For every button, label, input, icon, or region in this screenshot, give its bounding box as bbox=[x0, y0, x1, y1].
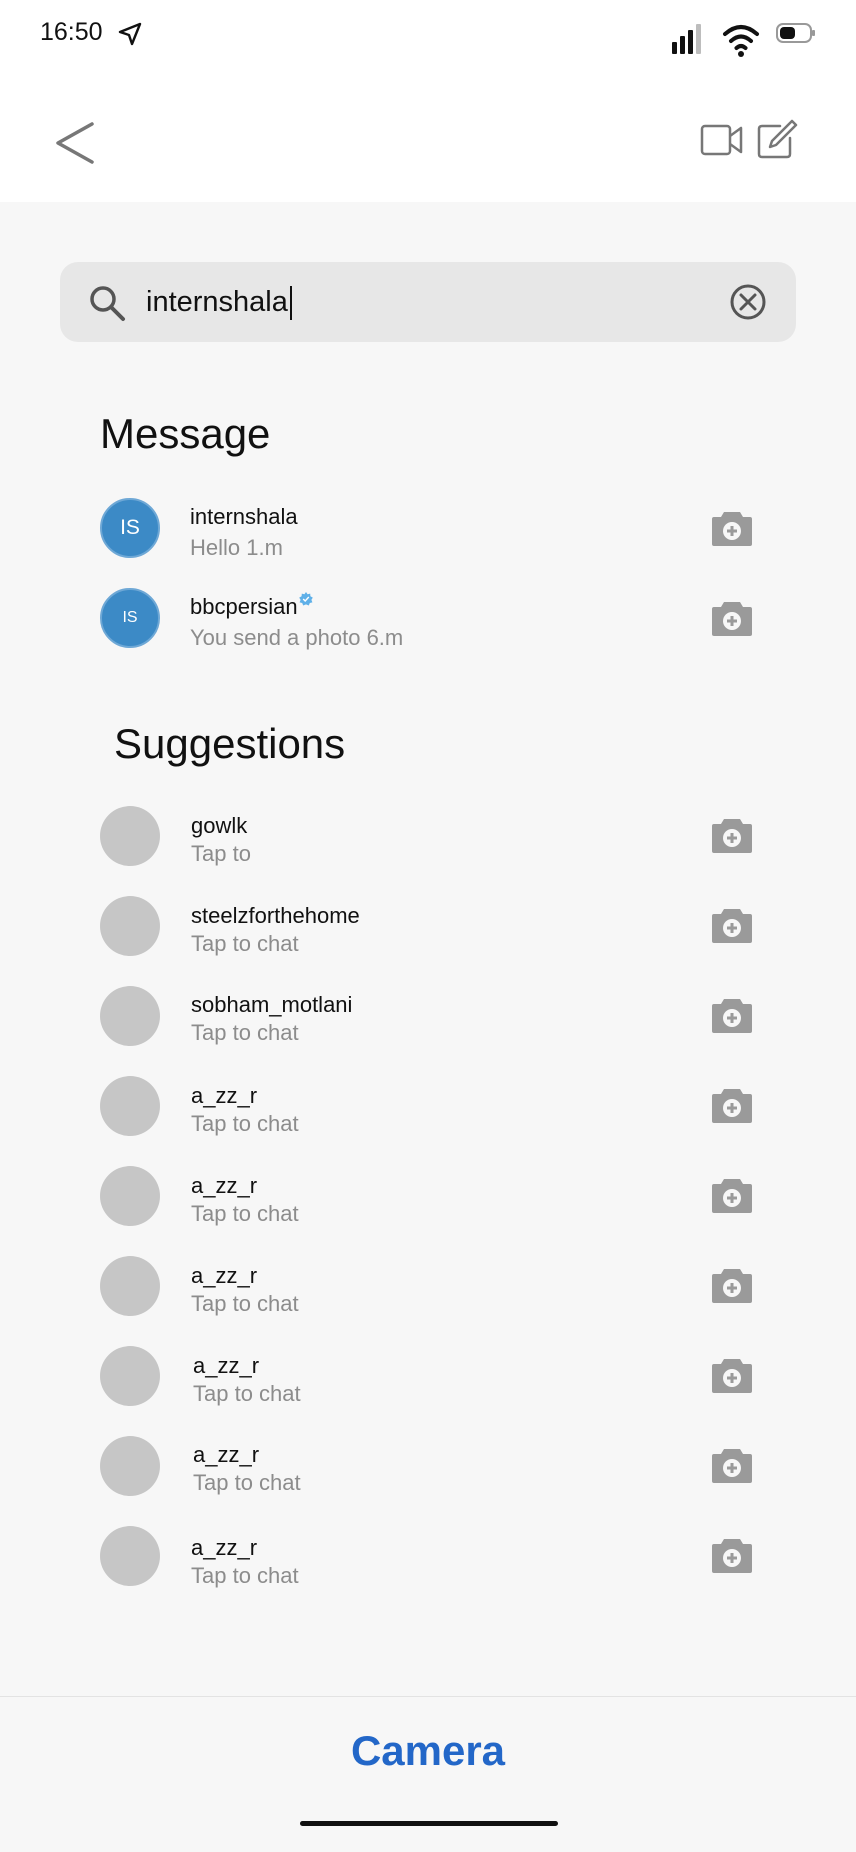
home-indicator[interactable] bbox=[300, 1821, 558, 1826]
suggestion-item[interactable]: a_zz_r Tap to chat bbox=[0, 1335, 856, 1417]
search-bar[interactable] bbox=[60, 262, 796, 342]
message-section-title: Message bbox=[100, 410, 271, 457]
contact-name: a_zz_r bbox=[191, 1173, 258, 1198]
contact-name: internshala bbox=[190, 504, 298, 529]
camera-icon[interactable] bbox=[710, 508, 754, 548]
suggestion-subtitle: Tap to chat bbox=[191, 1201, 299, 1226]
avatar bbox=[100, 1166, 160, 1226]
avatar bbox=[100, 986, 160, 1046]
message-item[interactable]: IS internshala Hello 1.m bbox=[0, 488, 856, 570]
suggestion-subtitle: Tap to chat bbox=[191, 1563, 299, 1588]
contact-name: a_zz_r bbox=[191, 1083, 258, 1108]
contact-name: steelzforthehome bbox=[191, 903, 360, 928]
contact-name: gowlk bbox=[191, 813, 248, 838]
bottom-bar: Camera bbox=[0, 1696, 856, 1852]
message-preview: Hello 1.m bbox=[190, 535, 283, 560]
status-time: 16:50 bbox=[40, 18, 103, 46]
contact-name: a_zz_r bbox=[193, 1442, 260, 1467]
battery-icon bbox=[776, 23, 815, 43]
contact-name: bbcpersian bbox=[190, 592, 313, 620]
avatar: IS bbox=[100, 498, 160, 558]
verified-badge-icon bbox=[298, 592, 313, 606]
camera-icon[interactable] bbox=[710, 1445, 754, 1485]
suggestion-item[interactable]: a_zz_r Tap to chat bbox=[0, 1245, 856, 1327]
status-bar: 16:50 bbox=[0, 0, 856, 70]
avatar bbox=[100, 1346, 160, 1406]
contact-name: a_zz_r bbox=[193, 1353, 260, 1378]
contact-name: sobham_motlani bbox=[191, 992, 353, 1017]
suggestion-subtitle: Tap to bbox=[191, 841, 251, 866]
top-navigation bbox=[0, 70, 856, 202]
avatar bbox=[100, 896, 160, 956]
search-icon bbox=[90, 286, 125, 321]
contact-name: a_zz_r bbox=[191, 1263, 258, 1288]
camera-icon[interactable] bbox=[710, 815, 754, 855]
wifi-icon bbox=[723, 25, 759, 57]
suggestion-subtitle: Tap to chat bbox=[191, 1111, 299, 1136]
search-input[interactable] bbox=[146, 280, 686, 324]
camera-button[interactable]: Camera bbox=[0, 1727, 856, 1775]
camera-icon[interactable] bbox=[710, 1265, 754, 1305]
suggestion-subtitle: Tap to chat bbox=[193, 1381, 301, 1406]
suggestion-subtitle: Tap to chat bbox=[193, 1470, 301, 1495]
camera-icon[interactable] bbox=[710, 995, 754, 1035]
clear-icon[interactable] bbox=[728, 282, 768, 322]
suggestion-item[interactable]: a_zz_r Tap to chat bbox=[0, 1155, 856, 1237]
video-icon[interactable] bbox=[700, 120, 744, 160]
avatar bbox=[100, 806, 160, 866]
avatar bbox=[100, 1256, 160, 1316]
suggestion-item[interactable]: gowlk Tap to bbox=[0, 795, 856, 877]
suggestion-subtitle: Tap to chat bbox=[191, 1291, 299, 1316]
avatar bbox=[100, 1526, 160, 1586]
message-preview: You send a photo 6.m bbox=[190, 625, 404, 650]
camera-icon[interactable] bbox=[710, 1355, 754, 1395]
suggestion-item[interactable]: a_zz_r Tap to chat bbox=[0, 1065, 856, 1147]
suggestion-item[interactable]: sobham_motlani Tap to chat bbox=[0, 975, 856, 1057]
contact-name-text: bbcpersian bbox=[190, 594, 298, 619]
camera-icon[interactable] bbox=[710, 1175, 754, 1215]
camera-icon[interactable] bbox=[710, 598, 754, 638]
text-caret bbox=[289, 286, 292, 320]
signal-icon bbox=[672, 24, 701, 54]
suggestion-item[interactable]: a_zz_r Tap to chat bbox=[0, 1515, 856, 1597]
location-arrow-icon bbox=[118, 22, 142, 46]
suggestion-subtitle: Tap to chat bbox=[191, 931, 299, 956]
message-item[interactable]: IS bbcpersian You send a photo 6.m bbox=[0, 578, 856, 660]
avatar bbox=[100, 1436, 160, 1496]
avatar bbox=[100, 1076, 160, 1136]
camera-icon[interactable] bbox=[710, 905, 754, 945]
back-icon[interactable] bbox=[50, 118, 100, 168]
camera-icon[interactable] bbox=[710, 1085, 754, 1125]
suggestions-section-title: Suggestions bbox=[114, 720, 346, 767]
suggestion-item[interactable]: steelzforthehome Tap to chat bbox=[0, 885, 856, 967]
compose-icon[interactable] bbox=[756, 118, 798, 160]
camera-icon[interactable] bbox=[710, 1535, 754, 1575]
suggestion-subtitle: Tap to chat bbox=[191, 1020, 299, 1045]
suggestion-item[interactable]: a_zz_r Tap to chat bbox=[0, 1425, 856, 1507]
contact-name: a_zz_r bbox=[191, 1535, 258, 1560]
avatar: IS bbox=[100, 588, 160, 648]
